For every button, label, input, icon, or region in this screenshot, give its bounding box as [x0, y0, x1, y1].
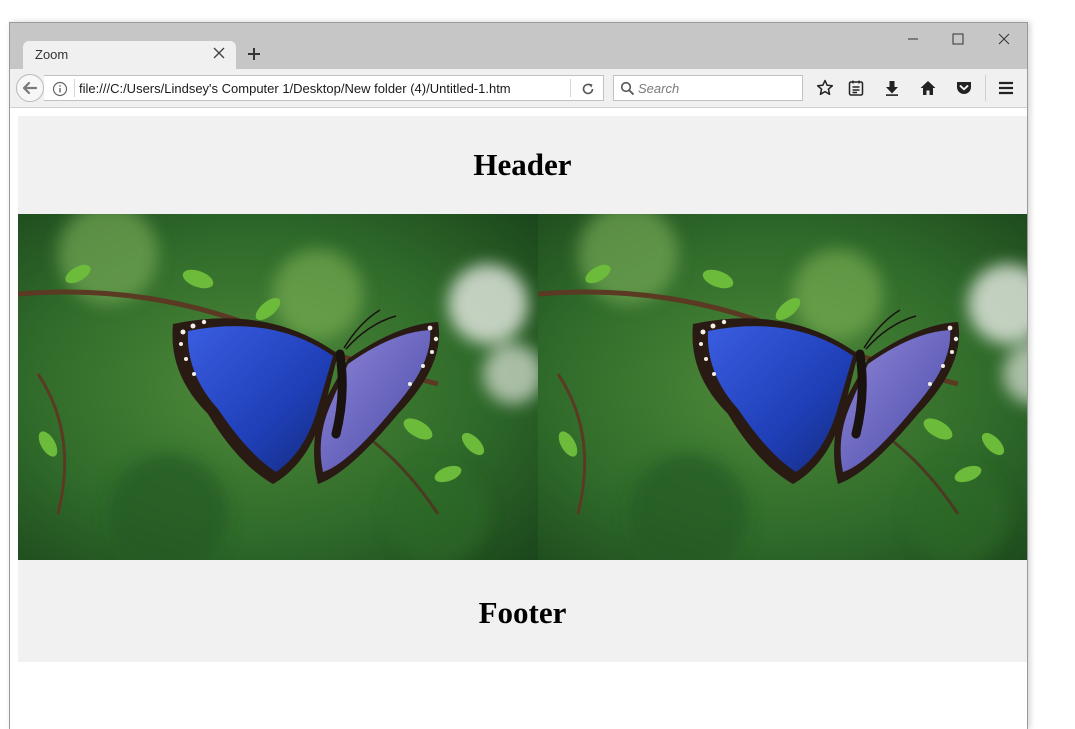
url-text[interactable]: file:///C:/Users/Lindsey's Computer 1/De… [79, 81, 511, 96]
title-bar: Zoom [10, 23, 1027, 69]
info-icon[interactable] [52, 81, 68, 97]
tab-title: Zoom [35, 47, 69, 62]
browser-tab[interactable]: Zoom [23, 41, 236, 69]
home-icon[interactable] [918, 78, 938, 98]
browser-window: Zoom file:///C:/Users/Lindsey's Computer… [9, 22, 1028, 729]
back-arrow-icon [22, 81, 38, 95]
page-footer: Footer [18, 560, 1027, 662]
butterfly-photo-right [538, 214, 1027, 560]
url-separator [74, 79, 75, 97]
hamburger-menu-icon[interactable] [996, 78, 1016, 98]
pocket-icon[interactable] [954, 78, 974, 98]
page-content: Header Footer [10, 108, 1027, 729]
search-bar[interactable] [613, 75, 803, 101]
url-bar[interactable]: file:///C:/Users/Lindsey's Computer 1/De… [44, 75, 604, 101]
star-icon[interactable] [815, 78, 835, 98]
navigation-toolbar: file:///C:/Users/Lindsey's Computer 1/De… [10, 69, 1027, 108]
header-heading: Header [473, 147, 572, 182]
download-arrow-icon[interactable] [882, 78, 902, 98]
butterfly-photo-left [18, 214, 538, 560]
close-tab-icon[interactable] [212, 46, 226, 60]
maximize-icon[interactable] [948, 31, 968, 47]
reading-list-icon[interactable] [846, 78, 866, 98]
back-button[interactable] [16, 74, 44, 102]
search-input[interactable] [638, 79, 798, 97]
butterfly-image-left [18, 214, 538, 560]
footer-heading: Footer [478, 595, 567, 630]
reload-icon[interactable] [580, 81, 596, 97]
new-tab-plus-icon[interactable] [245, 45, 263, 63]
close-window-icon[interactable] [994, 31, 1014, 47]
reload-separator [570, 79, 571, 97]
search-icon [620, 81, 635, 96]
minimize-icon[interactable] [903, 31, 923, 47]
toolbar-separator [985, 75, 986, 101]
page-header: Header [18, 116, 1027, 214]
butterfly-image-right [538, 214, 1027, 560]
